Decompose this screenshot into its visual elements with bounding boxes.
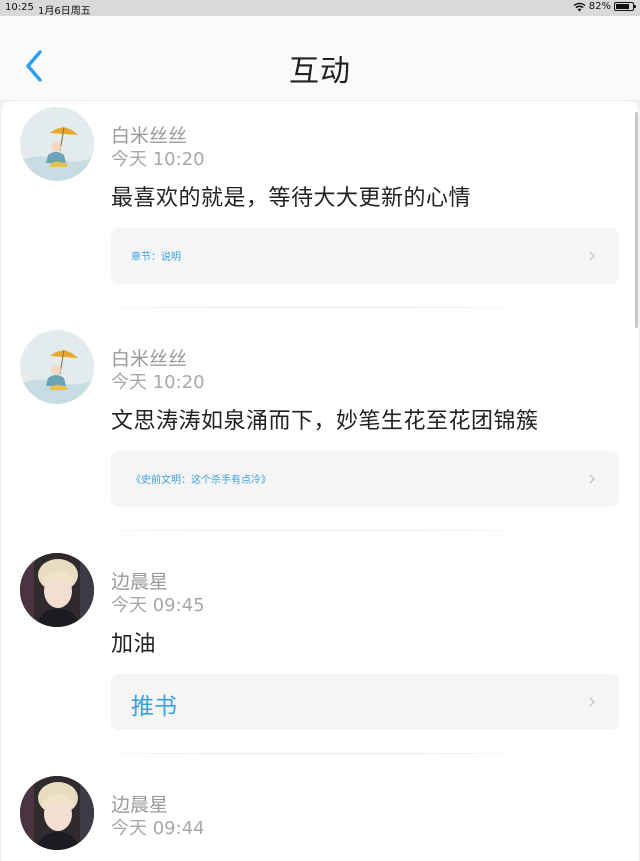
status-bar: 10:25 1月6日周五 82% [0, 0, 640, 17]
scrollbar[interactable] [635, 112, 638, 328]
status-date: 1月6日周五 [38, 6, 91, 17]
comment-time: 今天 09:44 [111, 818, 205, 839]
comment-time: 今天 10:20 [111, 372, 205, 393]
chapter-link-card[interactable]: 章节：说明 [111, 228, 619, 284]
book-link-card[interactable]: 《史前文明：这个杀手有点冷》 [111, 451, 619, 507]
divider [82, 307, 542, 308]
nav-bar: 互动 [0, 16, 640, 101]
avatar-image [20, 330, 94, 404]
divider [82, 530, 542, 531]
user-name[interactable]: 边晨星 [111, 567, 168, 594]
status-time: 10:25 [5, 2, 34, 13]
battery-percent: 82% [588, 1, 611, 12]
page-title: 互动 [289, 54, 351, 89]
comment-time: 今天 09:45 [111, 595, 205, 616]
umbrella-girl-avatar[interactable] [20, 107, 94, 181]
umbrella-girl-avatar[interactable] [20, 330, 94, 404]
blonde-person-avatar[interactable] [20, 553, 94, 627]
user-name[interactable]: 白米丝丝 [111, 121, 187, 148]
user-name[interactable]: 边晨星 [111, 790, 168, 817]
chevron-right-icon [589, 474, 595, 484]
comment-text: 最喜欢的就是，等待大大更新的心情 [111, 186, 472, 211]
chevron-right-icon [589, 251, 595, 261]
link-label: 推书 [131, 694, 177, 720]
avatar-image [20, 553, 94, 627]
status-right: 82% [573, 1, 636, 12]
link-label: 章节：说明 [131, 252, 181, 263]
comment-text: 加油 [111, 632, 157, 657]
blonde-person-avatar[interactable] [20, 776, 94, 850]
link-label: 《史前文明：这个杀手有点冷》 [131, 475, 271, 486]
battery-fill [616, 4, 629, 9]
recommend-link-card[interactable]: 推书 [111, 674, 619, 730]
divider [82, 753, 542, 754]
avatar-image [20, 776, 94, 850]
user-name[interactable]: 白米丝丝 [111, 344, 187, 371]
avatar-image [20, 107, 94, 181]
comment-text: 文思涛涛如泉涌而下，妙笔生花至花团锦簇 [111, 409, 539, 434]
battery-icon [614, 2, 636, 11]
chevron-right-icon [589, 697, 595, 707]
wifi-icon [573, 2, 586, 11]
comment-time: 今天 10:20 [111, 149, 205, 170]
comment-list[interactable]: 白米丝丝 今天 10:20 最喜欢的就是，等待大大更新的心情 章节：说明 白米丝… [2, 101, 638, 861]
